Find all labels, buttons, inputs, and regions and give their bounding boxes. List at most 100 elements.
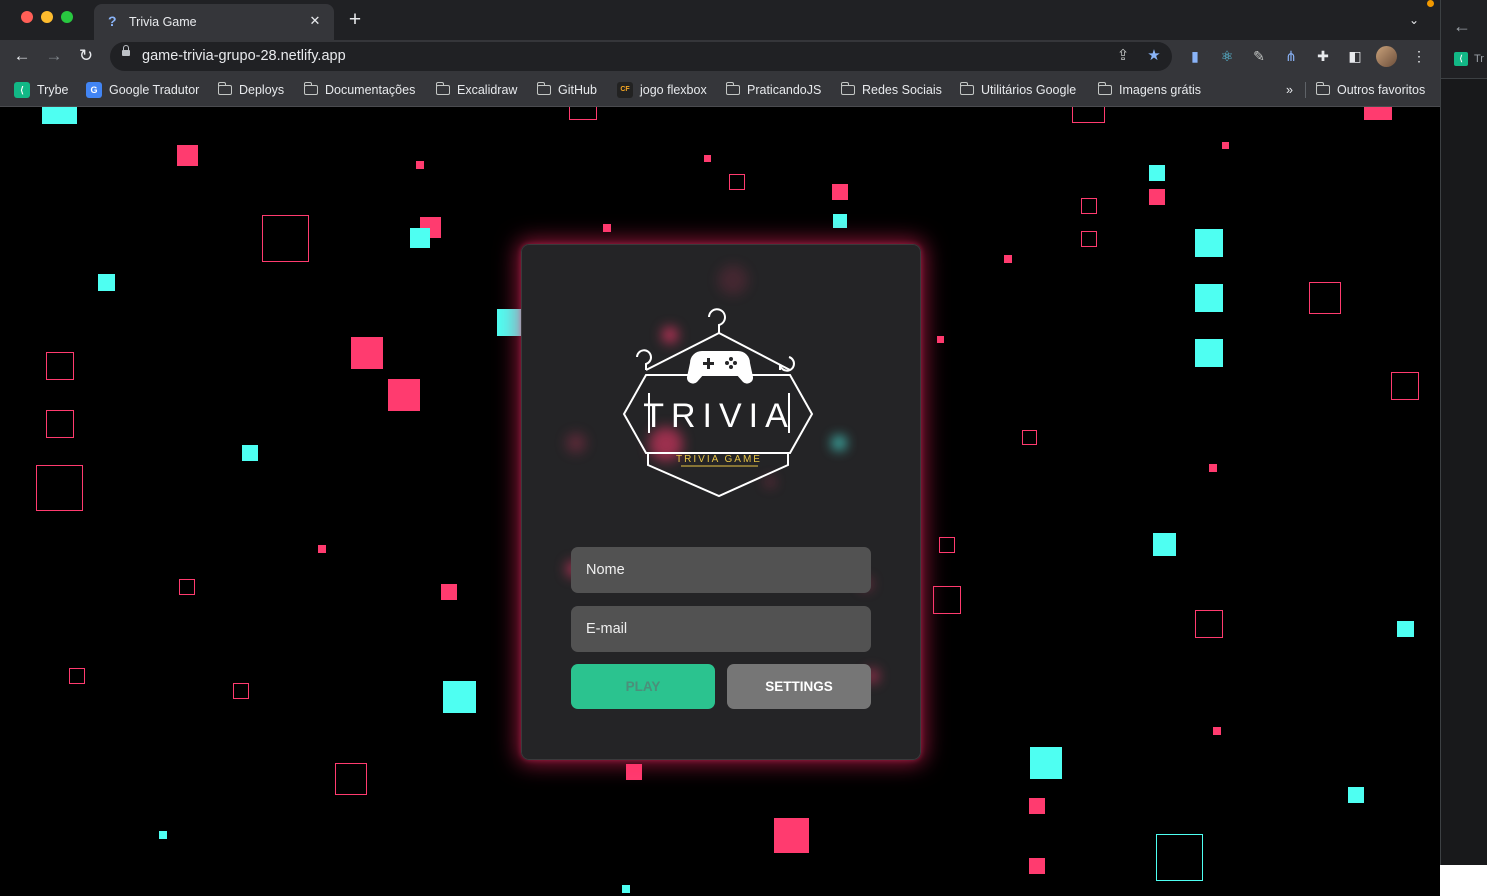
background-square (774, 818, 809, 853)
glow-particle (832, 436, 846, 450)
bookmark-jogo-flexbox[interactable]: CF jogo flexbox (617, 81, 707, 98)
minimize-window-button[interactable] (41, 11, 53, 23)
share-icon[interactable]: ⇪ (1114, 47, 1132, 65)
bookmark-praticandojs[interactable]: PraticandoJS (725, 81, 822, 98)
background-square (1364, 107, 1392, 120)
bookmarks-overflow-button[interactable]: » (1286, 81, 1293, 98)
background-square (233, 683, 249, 699)
background-square (46, 410, 74, 438)
tab-trivia-game[interactable]: ? Trivia Game ✕ (94, 4, 334, 40)
graph-icon[interactable]: ⋔ (1282, 47, 1300, 65)
background-square (626, 764, 642, 780)
back-arrow-icon[interactable]: ← (1453, 16, 1471, 36)
bookmark-imagens-gratis[interactable]: Imagens grátis (1097, 81, 1201, 98)
background-square (1081, 231, 1097, 247)
background-square (1072, 107, 1105, 123)
background-square (443, 681, 476, 713)
background-square (318, 545, 326, 553)
background-square (242, 445, 258, 461)
background-square (1309, 282, 1341, 314)
bookmark-label: Google Tradutor (109, 82, 200, 97)
background-square (1195, 610, 1223, 638)
menu-icon[interactable]: ⋮ (1410, 47, 1428, 65)
bookmark-trybe[interactable]: ⟨ Trybe (14, 81, 69, 98)
question-mark-icon (708, 308, 726, 333)
background-square (1391, 372, 1419, 400)
bookmark-label: Utilitários Google (981, 82, 1077, 97)
browser-window: ? Trivia Game ✕ + ⌄ ← → ↻ game-trivia-gr… (0, 0, 1440, 896)
star-icon[interactable]: ★ (1145, 47, 1163, 65)
game-page: TRIVIA TRIVIA GAME PLAY SETTINGS (0, 107, 1440, 896)
react-devtools-icon[interactable]: ⚛ (1218, 47, 1236, 65)
bookmarks-bar: ⟨ Trybe G Google Tradutor Deploys Docume… (0, 73, 1440, 107)
background-square (1081, 198, 1097, 214)
background-square (569, 107, 597, 120)
question-mark-favicon-icon: ? (108, 13, 117, 29)
background-square (603, 224, 611, 232)
tab-strip: ? Trivia Game ✕ + ⌄ (0, 0, 1440, 40)
sidepanel-icon[interactable]: ◧ (1346, 47, 1364, 65)
chevron-down-icon[interactable]: ⌄ (1409, 12, 1419, 28)
flexbox-froggy-icon: CF (617, 81, 633, 98)
bookmark-label: Trybe (37, 82, 69, 97)
google-translate-icon: G (86, 81, 102, 98)
puzzle-icon[interactable]: ✚ (1314, 47, 1332, 65)
background-square (1156, 834, 1203, 881)
glow-particle (718, 265, 748, 295)
bookmark-label: Deploys (239, 82, 285, 97)
url-text[interactable]: game-trivia-grupo-28.netlify.app (142, 48, 346, 65)
bookmark-github[interactable]: GitHub (536, 81, 597, 98)
bookmark-label: Redes Sociais (862, 82, 942, 97)
email-input[interactable] (571, 606, 871, 652)
name-input[interactable] (571, 547, 871, 593)
background-square (351, 337, 383, 369)
background-square (410, 228, 430, 248)
bookmark-deploys[interactable]: Deploys (217, 81, 285, 98)
folder-icon (1315, 81, 1330, 95)
side-panel-label: Tr (1474, 53, 1484, 65)
bookmark-excalidraw[interactable]: Excalidraw (435, 81, 518, 98)
gamepad-icon (686, 351, 754, 384)
bookmark-label: PraticandoJS (747, 82, 822, 97)
bookmark-outros-favoritos[interactable]: Outros favoritos (1315, 81, 1426, 98)
bookmark-label: Outros favoritos (1337, 82, 1426, 97)
background-square (1222, 142, 1229, 149)
extension-docs-icon[interactable]: ▮ (1186, 47, 1204, 65)
address-bar[interactable]: game-trivia-grupo-28.netlify.app ⇪ ★ (110, 42, 1172, 71)
zoom-window-button[interactable] (61, 11, 73, 23)
pen-tool-icon[interactable]: ✎ (1250, 47, 1268, 65)
lock-icon (122, 45, 130, 56)
logo-subtitle: TRIVIA GAME (676, 454, 762, 465)
background-square (36, 465, 83, 511)
bookmark-label: Excalidraw (457, 82, 518, 97)
background-square (1213, 727, 1221, 735)
back-button[interactable]: ← (11, 45, 33, 67)
background-square (497, 309, 522, 336)
background-square (729, 174, 745, 190)
side-panel: ← ⟨ Tr (1440, 0, 1487, 866)
bookmark-redes-sociais[interactable]: Redes Sociais (840, 81, 942, 98)
background-square (704, 155, 711, 162)
close-tab-icon[interactable]: ✕ (306, 12, 324, 30)
bookmark-label: Imagens grátis (1119, 82, 1201, 97)
background-square (98, 274, 115, 291)
background-square (1149, 165, 1165, 181)
bookmark-documentacoes[interactable]: Documentações (303, 81, 415, 98)
background-square (416, 161, 424, 169)
background-square (1004, 255, 1012, 263)
folder-icon (303, 81, 318, 95)
bookmark-utilitarios-google[interactable]: Utilitários Google (959, 81, 1077, 98)
new-tab-button[interactable]: + (345, 9, 365, 31)
profile-avatar[interactable] (1376, 46, 1397, 67)
background-square (622, 885, 630, 893)
forward-button[interactable]: → (43, 45, 65, 67)
background-square (262, 215, 309, 262)
background-square (1030, 747, 1062, 779)
background-square (335, 763, 367, 795)
bookmark-google-tradutor[interactable]: G Google Tradutor (86, 81, 199, 98)
play-button[interactable]: PLAY (571, 664, 715, 709)
settings-button[interactable]: SETTINGS (727, 664, 871, 709)
reload-button[interactable]: ↻ (75, 45, 97, 67)
close-window-button[interactable] (21, 11, 33, 23)
glow-particle (566, 433, 586, 453)
